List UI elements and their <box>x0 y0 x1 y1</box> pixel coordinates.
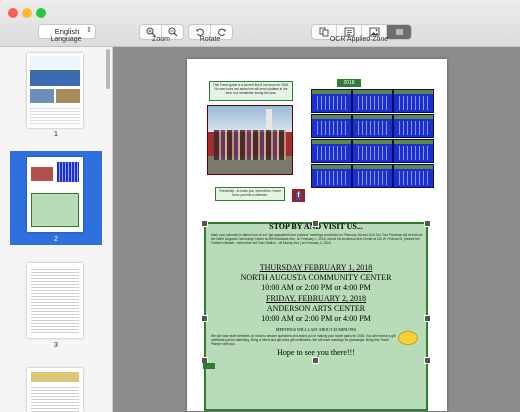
calendar-month <box>393 114 434 138</box>
thumb2-green-box <box>31 193 79 227</box>
thumb1-text <box>30 106 80 124</box>
calendar-month <box>311 114 352 138</box>
zone-resize-handle[interactable] <box>424 357 431 364</box>
calendar-month <box>393 164 434 188</box>
calendar-month <box>393 89 434 113</box>
friendship-note-box: Friendship - to know you, open them. Hom… <box>215 187 285 201</box>
calendar-month <box>352 164 393 188</box>
document-page: This Travel guide is a current list of o… <box>187 59 447 411</box>
thumb2-calendar <box>57 162 79 182</box>
zone-resize-handle[interactable] <box>424 220 431 227</box>
page-thumbnail-3[interactable] <box>27 263 83 338</box>
document-view[interactable]: This Travel guide is a current list of o… <box>113 47 520 412</box>
toolbar: English ⇕ Language Zoom Rotate OCR Appli… <box>0 0 520 47</box>
page-thumbnail-4[interactable] <box>27 368 83 412</box>
group-photo <box>207 105 293 175</box>
thumb4-text <box>31 385 79 412</box>
times-thursday: 10:00 AM or 2:00 PM or 4:00 PM <box>261 283 371 292</box>
venue-anderson: ANDERSON ARTS CENTER <box>266 304 366 313</box>
sidebar-scrollbar[interactable] <box>106 49 110 89</box>
signoff: Hope to see you there!!! <box>277 348 355 357</box>
page-number-2: 2 <box>54 236 58 243</box>
zone-resize-handle[interactable] <box>201 315 208 322</box>
ocr-zone-label: OCR Applied Zone <box>329 36 389 43</box>
visit-us-box: STOP BY AND VISIT US... Mark your calend… <box>204 222 428 411</box>
calendar-month <box>352 89 393 113</box>
page-number-3: 3 <box>54 342 58 349</box>
zone-resize-handle[interactable] <box>312 220 319 227</box>
friendship-note-text: Friendship - to know you, open them. Hom… <box>219 189 281 197</box>
date-thursday: THURSDAY FEBRUARY 1, 2018 <box>259 263 373 272</box>
calendar-grid <box>311 89 434 211</box>
thumb1-bus-photo <box>30 70 80 86</box>
language-label: Language <box>50 36 82 43</box>
year-badge: 2018 <box>337 79 361 87</box>
close-window-button[interactable] <box>8 8 18 18</box>
thumb1-photo-b <box>56 89 80 103</box>
closing-paragraph: We will have staff members on hand to an… <box>211 334 396 346</box>
thumb2-photo <box>31 167 53 181</box>
minimize-window-button[interactable] <box>22 8 32 18</box>
zone-resize-handle[interactable] <box>424 315 431 322</box>
page-thumbnail-sidebar: 1 2 3 <box>0 47 113 412</box>
venue-north-augusta: NORTH AUGUSTA COMMUNITY CENTER <box>240 273 392 282</box>
facebook-logo: f <box>292 189 305 202</box>
page-number-1: 1 <box>54 131 58 138</box>
calendar-month <box>352 114 393 138</box>
zone-resize-handle[interactable] <box>312 357 319 364</box>
page-thumbnail-1[interactable] <box>27 53 83 128</box>
zoom-window-button[interactable] <box>36 8 46 18</box>
smiley-face-image <box>398 331 418 345</box>
calendar-month <box>393 139 434 163</box>
page-thumbnail-2[interactable] <box>27 157 83 232</box>
app-window: English ⇕ Language Zoom Rotate OCR Appli… <box>0 0 520 412</box>
calendar-month <box>352 139 393 163</box>
calendar-month <box>311 89 352 113</box>
thumb1-header <box>30 56 80 68</box>
calendar-month <box>311 164 352 188</box>
calendar-month <box>311 139 352 163</box>
thumb1-photo-a <box>30 89 54 103</box>
times-friday: 10:00 AM or 2:00 PM or 4:00 PM <box>261 314 371 323</box>
chevron-updown-icon: ⇕ <box>86 27 92 34</box>
thumb4-header <box>31 372 79 382</box>
rotate-label: Rotate <box>199 36 221 43</box>
thumb3-text <box>31 267 79 333</box>
meetings-note: MEETINGS WILL LAST ABOUT 45 MINUTES <box>275 327 357 332</box>
top-note-box: This Travel guide is a current list of o… <box>209 81 293 101</box>
zone-resize-handle[interactable] <box>201 220 208 227</box>
zoom-label: Zoom <box>152 36 170 43</box>
language-value: English <box>54 27 80 36</box>
top-note-text: This Travel guide is a current list of o… <box>212 83 290 95</box>
date-friday: FRIDAY, FEBRUARY 2, 2018 <box>266 294 366 303</box>
zone-tag <box>203 363 215 369</box>
visit-intro: Mark your calendar to attend one of our … <box>211 233 423 245</box>
